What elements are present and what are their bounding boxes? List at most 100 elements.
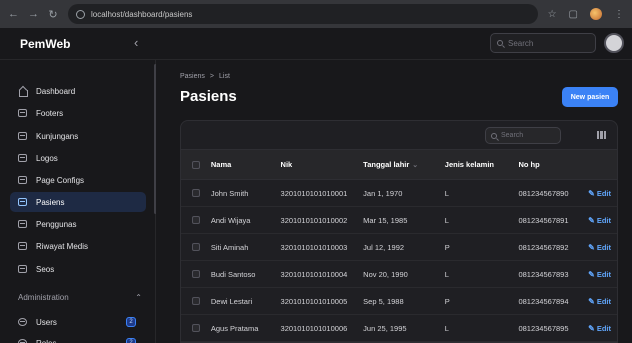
cell-nik: 3201010101010005 — [280, 296, 348, 306]
row-checkbox-cell — [181, 270, 211, 278]
cell-tanggal-lahir: Jun 25, 1995 — [363, 323, 407, 333]
edit-label: Edit — [596, 242, 612, 252]
row-checkbox[interactable] — [191, 297, 200, 305]
users-icon — [18, 318, 27, 326]
star-icon[interactable]: ☆ — [548, 9, 557, 20]
edit-link[interactable]: ✎ Edit — [588, 324, 617, 333]
user-avatar[interactable] — [604, 33, 624, 53]
pencil-icon: ✎ — [588, 269, 595, 279]
pencil-icon: ✎ — [588, 296, 595, 306]
sidebar-item-penggunas[interactable]: Penggunas — [10, 214, 146, 234]
edit-link[interactable]: ✎ Edit — [588, 216, 617, 225]
address-bar[interactable]: localhost/dashboard/pasiens — [68, 4, 538, 24]
row-checkbox-cell — [181, 216, 211, 224]
table-row[interactable]: Budi Santoso 3201010101010004 Nov 20, 1990… — [181, 261, 617, 288]
cell-no-hp: 081234567890 — [518, 188, 569, 198]
row-checkbox-cell — [181, 324, 211, 332]
administration-group-header[interactable]: Administration ⌃ — [18, 293, 142, 302]
table-search-placeholder: Search — [501, 132, 524, 139]
sidebar-item-footers[interactable]: Footers — [10, 103, 146, 123]
edit-label: Edit — [596, 269, 612, 279]
cell-jenis-kelamin: P — [444, 296, 450, 306]
menu-icon[interactable]: ⋮ — [614, 9, 624, 20]
cell-no-hp: 081234567894 — [518, 296, 569, 306]
row-checkbox[interactable] — [191, 243, 200, 251]
count-badge: 2 — [126, 317, 136, 327]
column-tanggal-lahir[interactable]: Tanggal lahir ⌄ — [363, 160, 445, 169]
site-info-icon[interactable] — [76, 9, 85, 19]
sidebar-item-riwayat-medis[interactable]: Riwayat Medis — [10, 236, 146, 256]
edit-link[interactable]: ✎ Edit — [588, 243, 617, 252]
sidebar-item-label: Seos — [36, 264, 55, 274]
folder-icon — [18, 265, 27, 273]
app-topbar: PemWeb ‹ Search — [0, 28, 632, 60]
global-search-input[interactable]: Search — [490, 33, 596, 53]
column-tanggal-lahir-label: Tanggal lahir — [363, 160, 410, 169]
cell-nama: John Smith — [210, 188, 249, 198]
folder-icon — [18, 198, 27, 206]
folder-icon — [18, 132, 27, 140]
collapse-sidebar-icon[interactable]: ‹ — [134, 35, 138, 50]
back-icon[interactable]: ← — [8, 8, 19, 20]
breadcrumb: Pasiens > List — [180, 73, 230, 80]
row-checkbox[interactable] — [191, 216, 200, 224]
edit-label: Edit — [596, 296, 612, 306]
row-checkbox[interactable] — [191, 189, 200, 197]
table-row[interactable]: John Smith 3201010101010001 Jan 1, 1970 L 08… — [181, 180, 617, 207]
table-row[interactable]: Andi Wijaya 3201010101010002 Mar 15, 1985 L… — [181, 207, 617, 234]
select-all-checkbox[interactable] — [191, 160, 200, 169]
cell-nama: Andi Wijaya — [210, 215, 251, 225]
sidebar-item-label: Dashboard — [36, 86, 76, 96]
table-search-input[interactable]: Search — [485, 127, 561, 144]
edit-link[interactable]: ✎ Edit — [588, 270, 617, 279]
sidebar-item-roles[interactable]: Roles 2 — [10, 333, 146, 343]
cell-tanggal-lahir: Jul 12, 1992 — [363, 242, 405, 252]
sidebar-item-page-configs[interactable]: Page Configs — [10, 170, 146, 190]
table-toolbar: Search — [181, 121, 617, 150]
breadcrumb-pasiens[interactable]: Pasiens — [180, 73, 205, 80]
sidebar-item-kunjungans[interactable]: Kunjungans — [10, 126, 146, 146]
sidebar-item-users[interactable]: Users 2 — [10, 312, 146, 332]
cell-tanggal-lahir: Mar 15, 1985 — [363, 215, 408, 225]
extensions-icon[interactable]: ▢ — [569, 9, 578, 20]
columns-toggle-icon[interactable] — [597, 131, 606, 139]
count-badge: 2 — [126, 338, 136, 343]
group-label: Administration — [18, 293, 69, 302]
sidebar-item-pasiens[interactable]: Pasiens — [10, 192, 146, 212]
cell-jenis-kelamin: L — [444, 323, 449, 333]
pasiens-table: Search Nama Nik Tanggal lahir ⌄ Jenis ke… — [180, 120, 618, 343]
row-checkbox[interactable] — [191, 324, 200, 332]
new-pasien-button[interactable]: New pasien — [562, 87, 618, 107]
table-row[interactable]: Agus Pratama 3201010101010006 Jun 25, 1995… — [181, 315, 617, 342]
profile-avatar-icon[interactable] — [590, 8, 602, 20]
shield-icon — [18, 339, 27, 343]
brand-logo[interactable]: PemWeb — [20, 37, 70, 51]
cell-tanggal-lahir: Jan 1, 1970 — [363, 188, 403, 198]
column-nama: Nama — [210, 160, 232, 169]
sidebar-item-dashboard[interactable]: Dashboard — [10, 81, 146, 101]
forward-icon[interactable]: → — [28, 8, 39, 20]
edit-link[interactable]: ✎ Edit — [588, 297, 617, 306]
breadcrumb-separator: > — [209, 73, 214, 80]
sidebar-item-seos[interactable]: Seos — [10, 259, 146, 279]
sidebar-item-label: Kunjungans — [36, 131, 79, 141]
folder-icon — [18, 109, 27, 117]
address-text: localhost/dashboard/pasiens — [91, 9, 193, 19]
edit-link[interactable]: ✎ Edit — [588, 189, 617, 198]
home-icon — [18, 87, 28, 97]
cell-no-hp: 081234567891 — [518, 215, 569, 225]
sidebar-item-label: Riwayat Medis — [36, 241, 89, 251]
sidebar-item-label: Pasiens — [36, 197, 65, 207]
table-row[interactable]: Siti Aminah 3201010101010003 Jul 12, 1992 P… — [181, 234, 617, 261]
cell-no-hp: 081234567893 — [518, 269, 569, 279]
reload-icon[interactable]: ↻ — [48, 8, 58, 21]
sidebar-item-label: Users — [36, 317, 57, 327]
folder-icon — [18, 220, 27, 228]
cell-tanggal-lahir: Sep 5, 1988 — [363, 296, 404, 306]
sidebar-item-logos[interactable]: Logos — [10, 148, 146, 168]
row-checkbox[interactable] — [191, 270, 200, 278]
row-checkbox-cell — [181, 243, 211, 251]
table-row[interactable]: Dewi Lestari 3201010101010005 Sep 5, 1988 P… — [181, 288, 617, 315]
sidebar-item-label: Roles — [36, 338, 57, 343]
cell-nik: 3201010101010006 — [280, 323, 348, 333]
